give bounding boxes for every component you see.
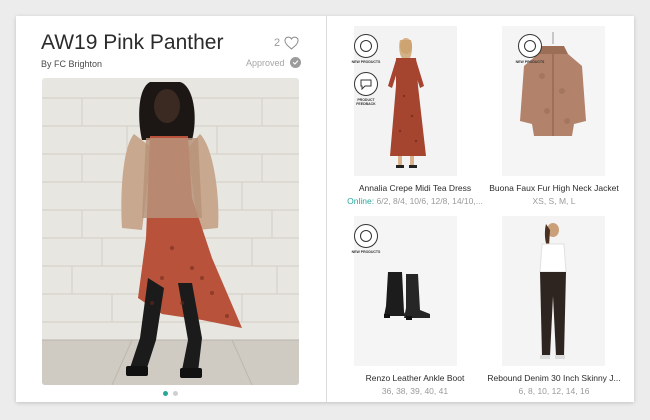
availability-label: Online: [347, 196, 375, 206]
sizes-text: 6/2, 8/4, 10/6, 12/8, 14/10,... [376, 196, 483, 206]
like-button[interactable]: 2 [274, 36, 299, 50]
heart-icon [284, 36, 299, 50]
product-card-jeans[interactable]: Rebound Denim 30 Inch Skinny J... 6, 8, … [479, 216, 629, 396]
like-count: 2 [274, 37, 281, 49]
lookbook-card: AW19 Pink Panther By FC Brighton 2 Appro… [16, 16, 634, 402]
lookbook-title: AW19 Pink Panther [41, 31, 224, 54]
product-card-dress[interactable]: NEW PRODUCTS PRODUCT FEEDBACK Annalia Cr… [340, 26, 490, 211]
carousel-dot-1[interactable] [163, 391, 168, 396]
carousel-dot-2[interactable] [173, 391, 178, 396]
product-sizes: Online: 6/2, 8/4, 10/6, 12/8, 14/10,... [340, 196, 490, 206]
product-sizes: 6, 8, 10, 12, 14, 16 [518, 386, 590, 396]
new-products-badge-icon: NEW PRODUCTS [351, 224, 381, 254]
approval-status: Approved [246, 57, 301, 68]
product-name: Rebound Denim 30 Inch Skinny J... [487, 373, 621, 383]
new-products-badge-icon: NEW PRODUCTS [515, 34, 545, 64]
hero-image[interactable] [42, 78, 299, 385]
product-image-jeans [502, 216, 605, 366]
product-feedback-badge-icon: PRODUCT FEEDBACK [351, 72, 381, 106]
status-text: Approved [246, 57, 285, 68]
product-sizes: 36, 38, 39, 40, 41 [381, 386, 449, 396]
carousel-dots [163, 391, 178, 396]
product-name: Annalia Crepe Midi Tea Dress [358, 183, 472, 193]
product-name: Buona Faux Fur High Neck Jacket [489, 183, 619, 193]
product-sizes: XS, S, M, L [532, 196, 576, 206]
panel-divider [326, 16, 327, 402]
new-products-badge-icon: NEW PRODUCTS [351, 34, 381, 64]
product-card-jacket[interactable]: NEW PRODUCTS Buona Faux Fur High Neck Ja… [479, 26, 629, 211]
check-icon [289, 57, 301, 68]
author-byline: By FC Brighton [41, 59, 103, 69]
product-name: Renzo Leather Ankle Boot [365, 373, 465, 383]
product-card-boot[interactable]: NEW PRODUCTS Renzo Leather Ankle Boot 36… [340, 216, 490, 396]
